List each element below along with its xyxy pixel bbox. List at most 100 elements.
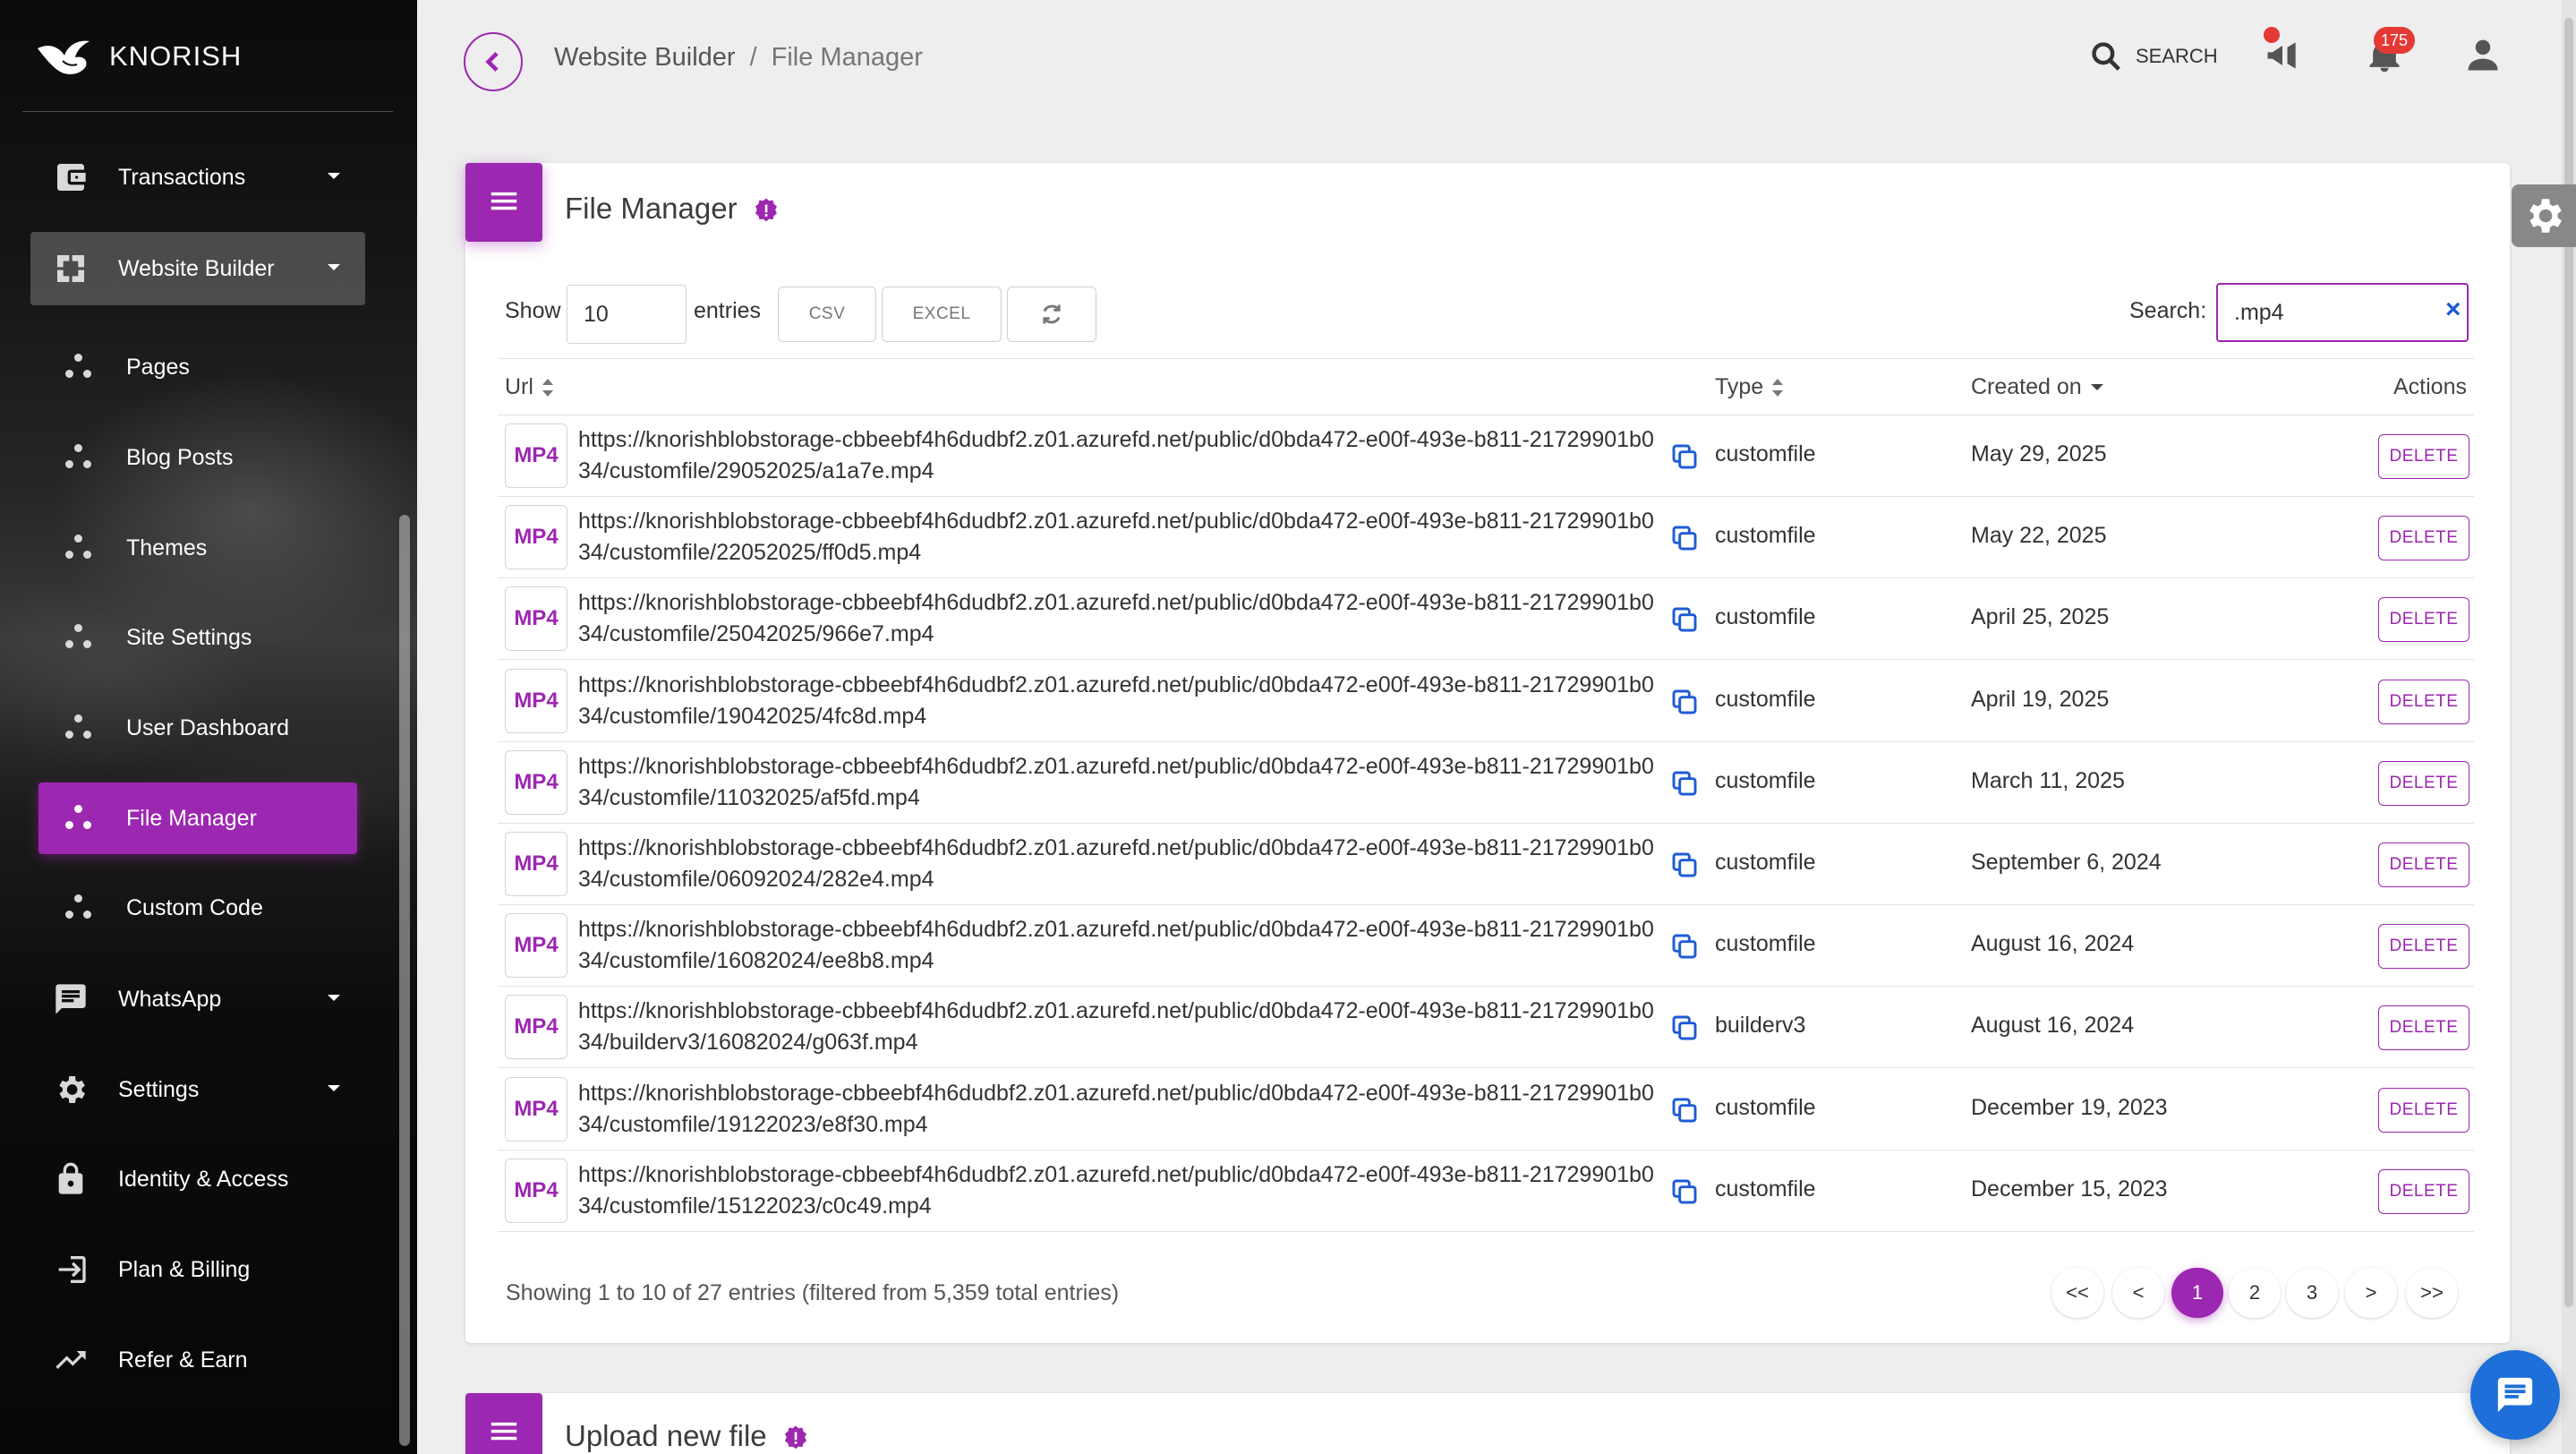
- file-type: customfile: [1715, 523, 1816, 549]
- pagination-last[interactable]: >>: [2406, 1268, 2458, 1318]
- delete-button[interactable]: DELETE: [2378, 842, 2469, 887]
- file-type: customfile: [1715, 767, 1816, 793]
- gear-icon: [52, 1071, 90, 1108]
- refresh-button[interactable]: [1007, 287, 1096, 342]
- user-account-button[interactable]: [2463, 36, 2506, 79]
- refresh-icon: [1043, 304, 1061, 324]
- pagination-first[interactable]: <<: [2051, 1268, 2103, 1318]
- brand[interactable]: KNORISH: [36, 34, 242, 79]
- sidebar-item-whatsapp[interactable]: WhatsApp: [30, 962, 365, 1036]
- delete-button[interactable]: DELETE: [2378, 516, 2469, 561]
- csv-export-button[interactable]: CSV: [778, 287, 876, 342]
- user-icon: [2468, 39, 2498, 71]
- copy-icon[interactable]: [1670, 932, 1699, 961]
- column-header-created-on[interactable]: Created on: [1971, 374, 2103, 400]
- file-created-date: August 16, 2024: [1971, 931, 2135, 957]
- sidebar-subitem-pages[interactable]: Pages: [38, 331, 357, 403]
- file-url-line: 34/builderv3/16082024/g063f.mp4: [578, 1030, 918, 1056]
- info-icon[interactable]: [754, 196, 779, 222]
- delete-button[interactable]: DELETE: [2378, 760, 2469, 806]
- sidebar-item-transactions[interactable]: Transactions: [30, 141, 365, 214]
- pagination-page-3[interactable]: 3: [2286, 1268, 2338, 1318]
- header-search-button[interactable]: SEARCH: [2089, 39, 2218, 73]
- file-url[interactable]: https://knorishblobstorage-cbbeebf4h6dud…: [578, 506, 2171, 569]
- header-search-label: SEARCH: [2136, 45, 2218, 67]
- delete-button[interactable]: DELETE: [2378, 597, 2469, 643]
- table-row: MP4 https://knorishblobstorage-cbbeebf4h6…: [498, 1069, 2474, 1150]
- file-type: builderv3: [1715, 1013, 1806, 1039]
- delete-button[interactable]: DELETE: [2378, 434, 2469, 479]
- delete-button[interactable]: DELETE: [2378, 1005, 2469, 1051]
- file-type: customfile: [1715, 850, 1816, 875]
- file-url[interactable]: https://knorishblobstorage-cbbeebf4h6dud…: [578, 751, 2171, 814]
- copy-icon[interactable]: [1670, 442, 1699, 471]
- clear-search-icon[interactable]: ×: [2445, 296, 2470, 323]
- copy-icon[interactable]: [1670, 851, 1699, 879]
- file-url[interactable]: https://knorishblobstorage-cbbeebf4h6dud…: [578, 833, 2171, 895]
- sidebar-subitem-label: User Dashboard: [126, 714, 290, 740]
- pagination-next[interactable]: >: [2345, 1268, 2397, 1318]
- breadcrumb-parent[interactable]: Website Builder: [554, 43, 736, 73]
- sidebar-item-refer-earn[interactable]: Refer & Earn: [30, 1323, 365, 1397]
- file-url[interactable]: https://knorishblobstorage-cbbeebf4h6dud…: [578, 996, 2171, 1058]
- sidebar-scrollbar[interactable]: [399, 515, 410, 1446]
- copy-icon[interactable]: [1670, 1177, 1699, 1206]
- file-url[interactable]: https://knorishblobstorage-cbbeebf4h6dud…: [578, 914, 2171, 977]
- delete-button[interactable]: DELETE: [2378, 1168, 2469, 1214]
- copy-icon[interactable]: [1670, 605, 1699, 634]
- entries-per-page-input[interactable]: 10: [567, 285, 687, 344]
- table-row: MP4 https://knorishblobstorage-cbbeebf4h6…: [498, 661, 2474, 742]
- copy-icon[interactable]: [1670, 769, 1699, 798]
- back-button[interactable]: [464, 32, 523, 91]
- sidebar-subitem-blog-posts[interactable]: Blog Posts: [38, 422, 357, 493]
- sidebar-item-plan-billing[interactable]: Plan & Billing: [30, 1233, 365, 1306]
- file-url-line: 34/customfile/19042025/4fc8d.mp4: [578, 703, 927, 729]
- table-row: MP4 https://knorishblobstorage-cbbeebf4h6…: [498, 905, 2474, 988]
- sidebar-item-website-builder[interactable]: Website Builder: [30, 232, 365, 305]
- info-icon[interactable]: [783, 1424, 808, 1450]
- copy-icon[interactable]: [1670, 688, 1699, 716]
- dots-icon: [64, 893, 94, 923]
- pagination-page-2[interactable]: 2: [2229, 1268, 2281, 1318]
- file-type-badge: MP4: [505, 1158, 567, 1223]
- copy-icon[interactable]: [1670, 524, 1699, 552]
- file-url[interactable]: https://knorishblobstorage-cbbeebf4h6dud…: [578, 1159, 2171, 1222]
- file-type-badge: MP4: [505, 832, 567, 896]
- sidebar-subitem-user-dashboard[interactable]: User Dashboard: [38, 692, 357, 764]
- sidebar-item-identity-access[interactable]: Identity & Access: [30, 1142, 365, 1216]
- copy-icon[interactable]: [1670, 1096, 1699, 1125]
- table-row: MP4 https://knorishblobstorage-cbbeebf4h6…: [498, 578, 2474, 661]
- sidebar-subitem-custom-code[interactable]: Custom Code: [38, 872, 357, 944]
- sidebar-item-label: Plan & Billing: [118, 1256, 251, 1282]
- table-search-input[interactable]: .mp4: [2216, 283, 2469, 342]
- sidebar-subitem-file-manager[interactable]: File Manager: [38, 783, 357, 854]
- file-created-date: December 15, 2023: [1971, 1176, 2168, 1202]
- pagination-prev[interactable]: <: [2112, 1268, 2164, 1318]
- upload-card-title: Upload new file: [565, 1419, 808, 1453]
- sidebar-item-settings[interactable]: Settings: [30, 1053, 365, 1126]
- sidebar-subitem-themes[interactable]: Themes: [38, 512, 357, 584]
- delete-button[interactable]: DELETE: [2378, 679, 2469, 724]
- file-url[interactable]: https://knorishblobstorage-cbbeebf4h6dud…: [578, 670, 2171, 732]
- theme-settings-button[interactable]: [2512, 184, 2576, 247]
- column-header-type[interactable]: Type: [1715, 374, 1784, 400]
- file-url[interactable]: https://knorishblobstorage-cbbeebf4h6dud…: [578, 1078, 2171, 1141]
- file-url[interactable]: https://knorishblobstorage-cbbeebf4h6dud…: [578, 587, 2171, 650]
- file-type: customfile: [1715, 1094, 1816, 1120]
- column-header-url[interactable]: Url: [505, 374, 553, 400]
- chat-support-button[interactable]: [2470, 1350, 2560, 1440]
- delete-button[interactable]: DELETE: [2378, 924, 2469, 970]
- card-header-icon: [465, 163, 542, 242]
- delete-button[interactable]: DELETE: [2378, 1087, 2469, 1133]
- excel-export-button[interactable]: EXCEL: [882, 287, 1002, 342]
- file-url[interactable]: https://knorishblobstorage-cbbeebf4h6dud…: [578, 424, 2171, 487]
- file-url-line: 34/customfile/06092024/282e4.mp4: [578, 867, 934, 892]
- dots-icon: [64, 533, 94, 563]
- breadcrumb-separator: /: [749, 43, 757, 72]
- entries-label: entries: [694, 298, 762, 323]
- copy-icon[interactable]: [1670, 1014, 1699, 1042]
- pagination-page-1[interactable]: 1: [2171, 1268, 2223, 1318]
- table-row: MP4 https://knorishblobstorage-cbbeebf4h6…: [498, 415, 2474, 497]
- sidebar-subitem-site-settings[interactable]: Site Settings: [38, 602, 357, 673]
- sidebar-item-label: Transactions: [118, 164, 246, 190]
